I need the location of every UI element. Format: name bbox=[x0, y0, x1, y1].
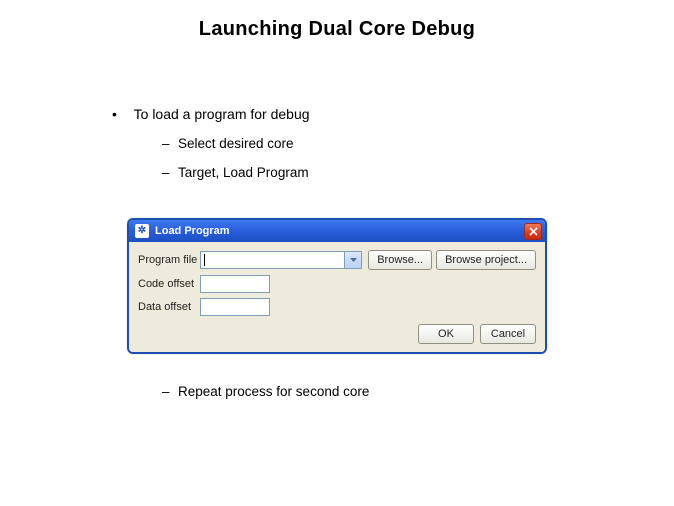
slide-title: Launching Dual Core Debug bbox=[0, 18, 674, 41]
data-offset-label: Data offset bbox=[138, 301, 200, 313]
bullet-load-program-text: To load a program for debug bbox=[134, 106, 310, 122]
close-icon[interactable] bbox=[524, 223, 542, 240]
dialog-title-text: Load Program bbox=[155, 225, 230, 237]
load-program-dialog: ✲ Load Program Program file Browse... Br… bbox=[127, 218, 547, 354]
ok-button[interactable]: OK bbox=[418, 324, 474, 344]
app-icon: ✲ bbox=[135, 224, 149, 238]
code-offset-input[interactable] bbox=[200, 275, 270, 293]
cancel-button[interactable]: Cancel bbox=[480, 324, 536, 344]
browse-project-button[interactable]: Browse project... bbox=[436, 250, 536, 270]
chevron-down-icon[interactable] bbox=[344, 252, 361, 268]
text-cursor bbox=[204, 254, 205, 266]
code-offset-label: Code offset bbox=[138, 278, 200, 290]
bullet-load-program: To load a program for debug Select desir… bbox=[112, 106, 310, 180]
data-offset-input[interactable] bbox=[200, 298, 270, 316]
program-file-combo[interactable] bbox=[200, 251, 362, 269]
subbullet-target-load: Target, Load Program bbox=[162, 165, 310, 180]
program-file-label: Program file bbox=[138, 254, 200, 266]
dialog-titlebar[interactable]: ✲ Load Program bbox=[129, 220, 545, 242]
browse-button[interactable]: Browse... bbox=[368, 250, 432, 270]
subbullet-select-core: Select desired core bbox=[162, 136, 310, 151]
subbullet-repeat-process: Repeat process for second core bbox=[162, 384, 369, 399]
